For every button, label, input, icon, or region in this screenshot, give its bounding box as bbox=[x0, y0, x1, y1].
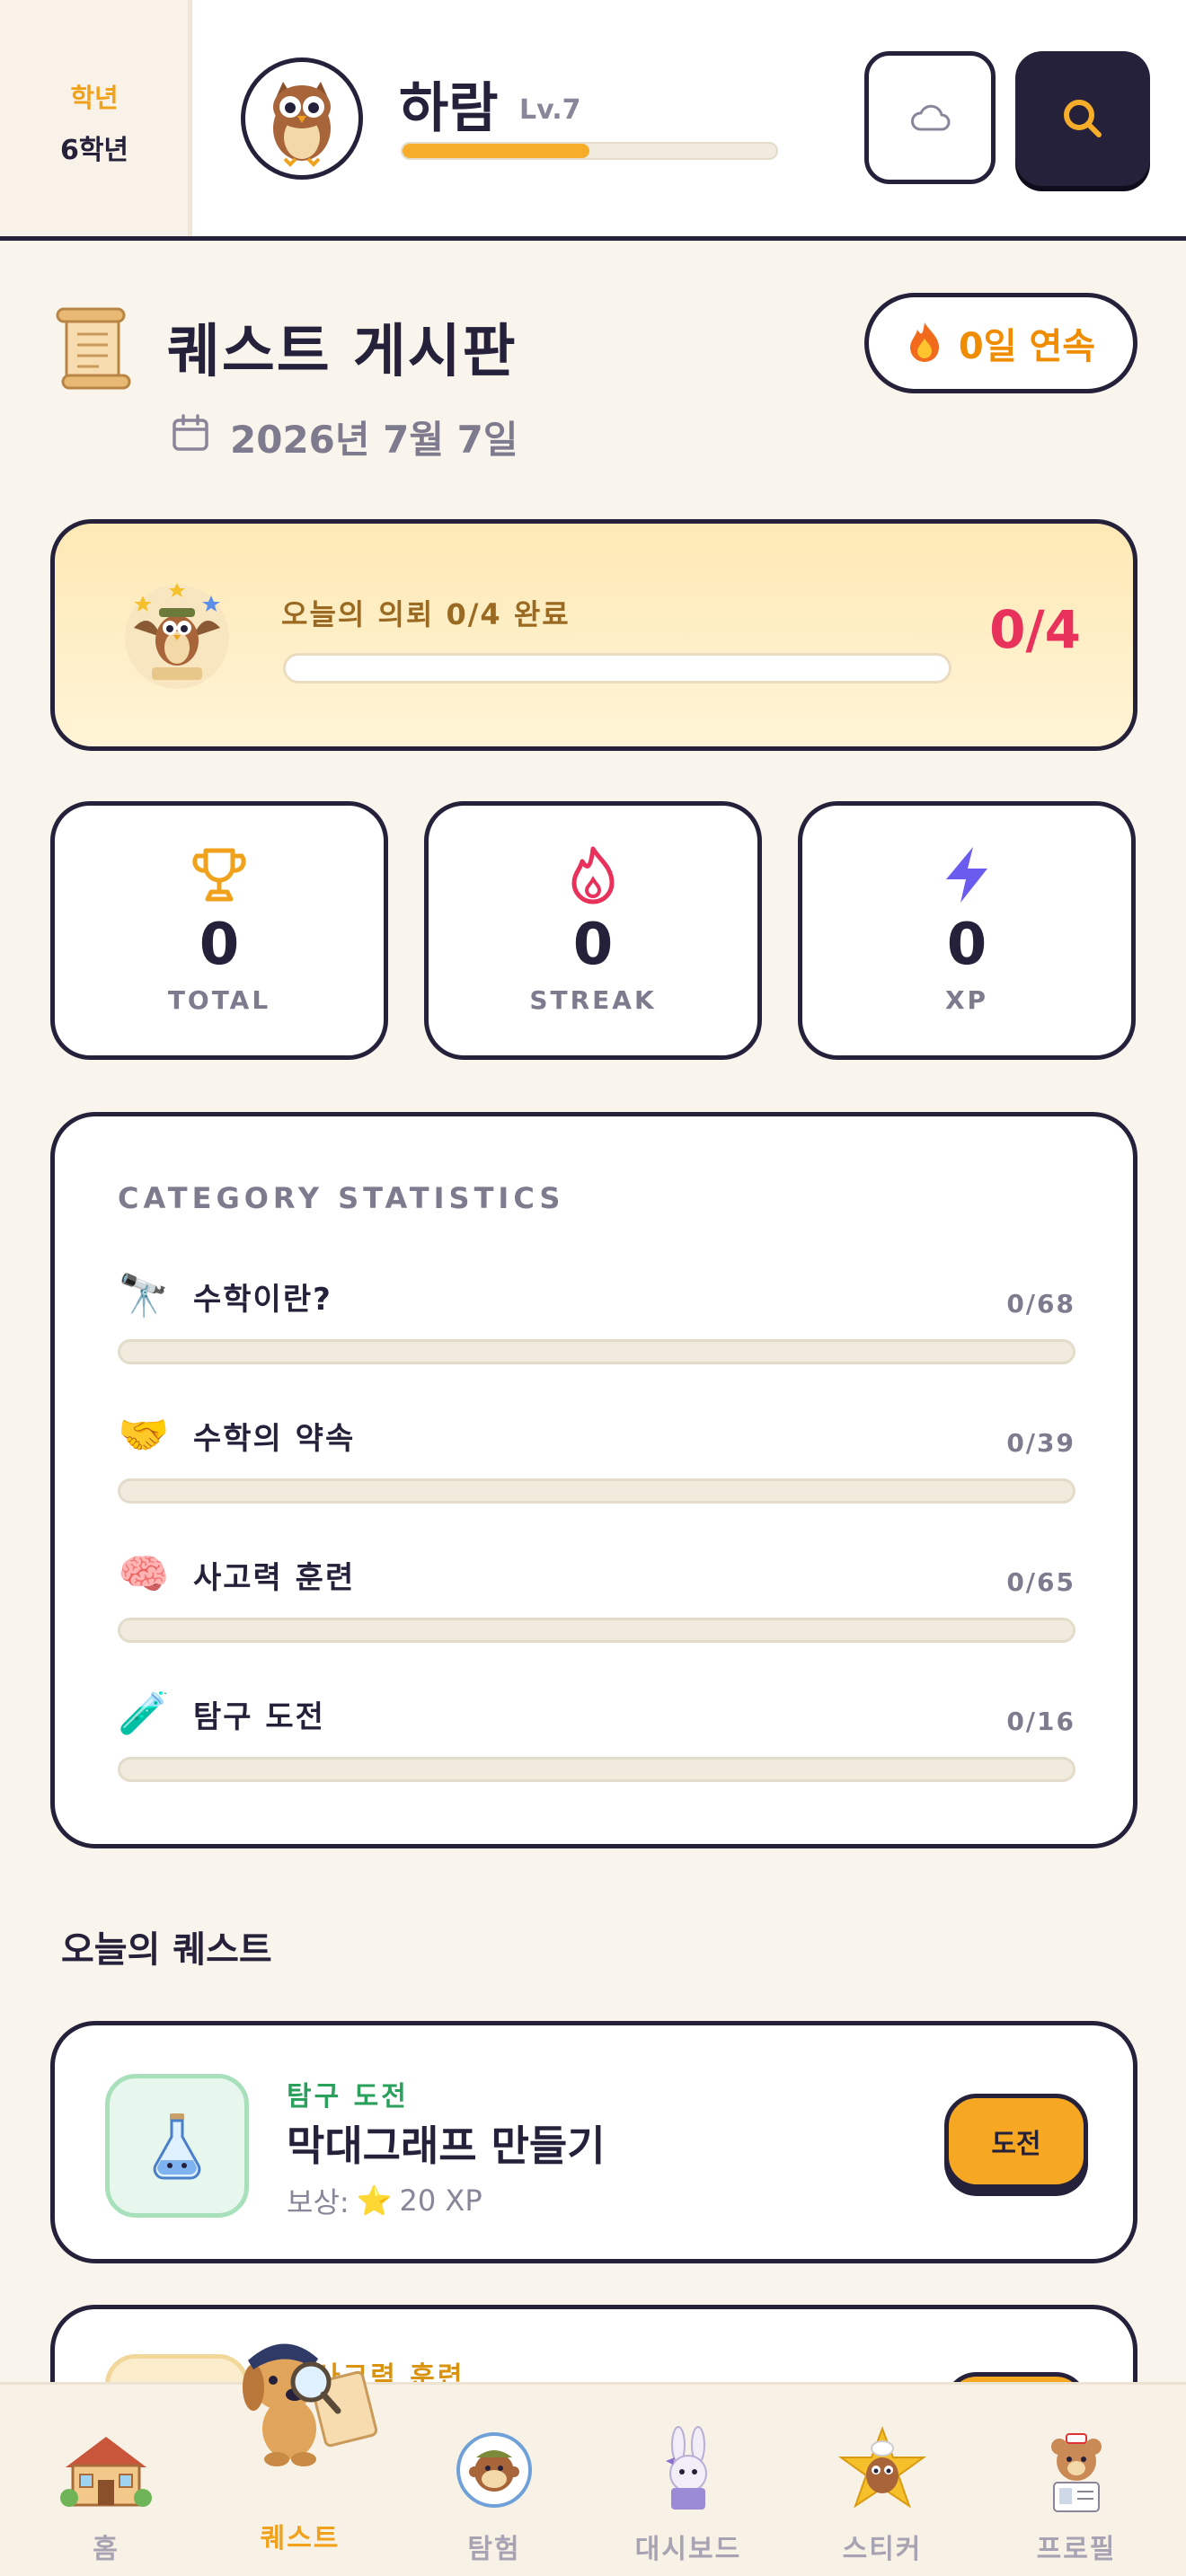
category-row-exploration[interactable]: 🧪 탐구 도전 0/16 bbox=[118, 1687, 1075, 1795]
nav-item-sticker[interactable]: 스티커 bbox=[785, 2385, 979, 2576]
grade-value: 6학년 bbox=[59, 135, 129, 166]
top-header: 학년 6학년 하람 Lv.7 bbox=[0, 0, 1186, 241]
category-progress-bar bbox=[118, 1757, 1075, 1782]
reward-label: 보상: bbox=[287, 2185, 350, 2219]
category-count: 0/65 bbox=[1006, 1567, 1075, 1597]
category-progress-bar bbox=[118, 1478, 1075, 1504]
stat-total-value: 0 bbox=[199, 912, 240, 978]
category-name: 수학이란? bbox=[193, 1282, 332, 1318]
level-badge: Lv.7 bbox=[519, 94, 581, 126]
category-name: 탐구 도전 bbox=[193, 1699, 325, 1735]
category-name: 수학의 약속 bbox=[193, 1421, 356, 1457]
daily-progress-bar bbox=[283, 653, 951, 684]
category-statistics-card: CATEGORY STATISTICS 🔭 수학이란? 0/68 🤝 수학의 약… bbox=[50, 1112, 1137, 1848]
nav-label: 대시보드 bbox=[634, 2534, 742, 2565]
owl-avatar[interactable] bbox=[241, 57, 363, 180]
scroll-icon bbox=[50, 305, 133, 392]
stat-card-total: 0 TOTAL bbox=[50, 801, 388, 1060]
grade-box[interactable]: 학년 6학년 bbox=[0, 0, 192, 236]
challenge-button[interactable]: 도전 bbox=[944, 2094, 1088, 2189]
daily-progress-card: 오늘의 의뢰 0/4 완료 0/4 bbox=[50, 519, 1137, 751]
nav-item-dashboard[interactable]: 대시보드 bbox=[591, 2385, 785, 2576]
lightning-icon bbox=[802, 845, 1131, 904]
todays-quests-heading: 오늘의 퀘스트 bbox=[61, 1929, 272, 1971]
username: 하람 bbox=[399, 77, 499, 140]
quest-category: 탐구 도전 bbox=[287, 2081, 409, 2113]
xp-progress-bar bbox=[401, 142, 778, 160]
nav-item-home[interactable]: 홈 bbox=[9, 2385, 203, 2576]
cloud-icon bbox=[911, 104, 951, 131]
rabbit-dashboard-icon bbox=[639, 2421, 738, 2519]
quest-reward: 보상: ⭐ 20 XP bbox=[287, 2180, 482, 2221]
fire-icon bbox=[907, 321, 943, 366]
nav-label: 프로필 bbox=[1036, 2534, 1117, 2565]
flask-icon bbox=[105, 2074, 249, 2218]
nav-label: 스티커 bbox=[842, 2534, 923, 2565]
nav-label: 퀘스트 bbox=[260, 2523, 341, 2554]
category-name: 사고력 훈련 bbox=[193, 1560, 356, 1596]
brain-icon: 🧠 bbox=[118, 1548, 170, 1598]
bear-profile-icon bbox=[1027, 2421, 1126, 2519]
owl-emblem-icon bbox=[116, 574, 238, 696]
nav-item-explore[interactable]: 탐험 bbox=[397, 2385, 591, 2576]
category-row-thinking[interactable]: 🧠 사고력 훈련 0/65 bbox=[118, 1548, 1075, 1655]
category-row-math-promise[interactable]: 🤝 수학의 약속 0/39 bbox=[118, 1408, 1075, 1516]
house-icon bbox=[57, 2421, 155, 2519]
daily-progress-count: 0/4 bbox=[989, 599, 1081, 660]
search-button[interactable] bbox=[1015, 51, 1150, 186]
streak-badge[interactable]: 0일 연속 bbox=[864, 293, 1137, 393]
stat-total-label: TOTAL bbox=[167, 985, 271, 1015]
star-icon: ⭐ bbox=[356, 2183, 393, 2218]
detective-dog-icon bbox=[217, 2323, 388, 2475]
nav-label: 홈 bbox=[93, 2534, 119, 2565]
stat-card-xp: 0 XP bbox=[798, 801, 1136, 1060]
category-count: 0/16 bbox=[1006, 1707, 1075, 1736]
category-count: 0/39 bbox=[1006, 1428, 1075, 1458]
cloud-button[interactable] bbox=[864, 51, 996, 184]
date-text: 2026년 7월 7일 bbox=[230, 418, 518, 462]
category-progress-bar bbox=[118, 1339, 1075, 1364]
owl-icon bbox=[273, 82, 331, 167]
stat-card-streak: 0 STREAK bbox=[424, 801, 762, 1060]
trophy-icon bbox=[55, 845, 384, 904]
test-tube-icon: 🧪 bbox=[118, 1688, 170, 1737]
owl-star-icon bbox=[833, 2421, 932, 2519]
category-row-math-intro[interactable]: 🔭 수학이란? 0/68 bbox=[118, 1269, 1075, 1377]
grade-label: 학년 bbox=[70, 83, 119, 113]
category-progress-bar bbox=[118, 1618, 1075, 1643]
category-count: 0/68 bbox=[1006, 1289, 1075, 1319]
quest-title: 막대그래프 만들기 bbox=[287, 2122, 606, 2170]
xp-progress-fill bbox=[403, 144, 589, 158]
reward-value: 20 XP bbox=[399, 2183, 482, 2218]
stat-streak-label: STREAK bbox=[529, 985, 657, 1015]
streak-label: 0일 연속 bbox=[958, 326, 1096, 367]
quest-card[interactable]: 탐구 도전 막대그래프 만들기 보상: ⭐ 20 XP 도전 bbox=[50, 2021, 1137, 2263]
telescope-icon: 🔭 bbox=[118, 1270, 170, 1319]
daily-progress-label: 오늘의 의뢰 0/4 완료 bbox=[281, 597, 571, 631]
stat-xp-value: 0 bbox=[946, 912, 987, 978]
bottom-navigation: 홈 퀘스트 탐험 대시보드 스티커 프로필 bbox=[0, 2382, 1186, 2576]
explorer-monkey-icon bbox=[445, 2421, 544, 2519]
calendar-icon bbox=[171, 413, 210, 456]
stat-xp-label: XP bbox=[944, 985, 989, 1015]
page-title: 퀘스트 게시판 bbox=[167, 319, 518, 385]
stat-streak-value: 0 bbox=[572, 912, 614, 978]
nav-label: 탐험 bbox=[467, 2534, 521, 2565]
nav-item-profile[interactable]: 프로필 bbox=[979, 2385, 1173, 2576]
search-icon bbox=[1064, 100, 1102, 137]
category-statistics-heading: CATEGORY STATISTICS bbox=[118, 1181, 565, 1215]
handshake-icon: 🤝 bbox=[118, 1409, 170, 1459]
flame-icon bbox=[429, 845, 757, 904]
